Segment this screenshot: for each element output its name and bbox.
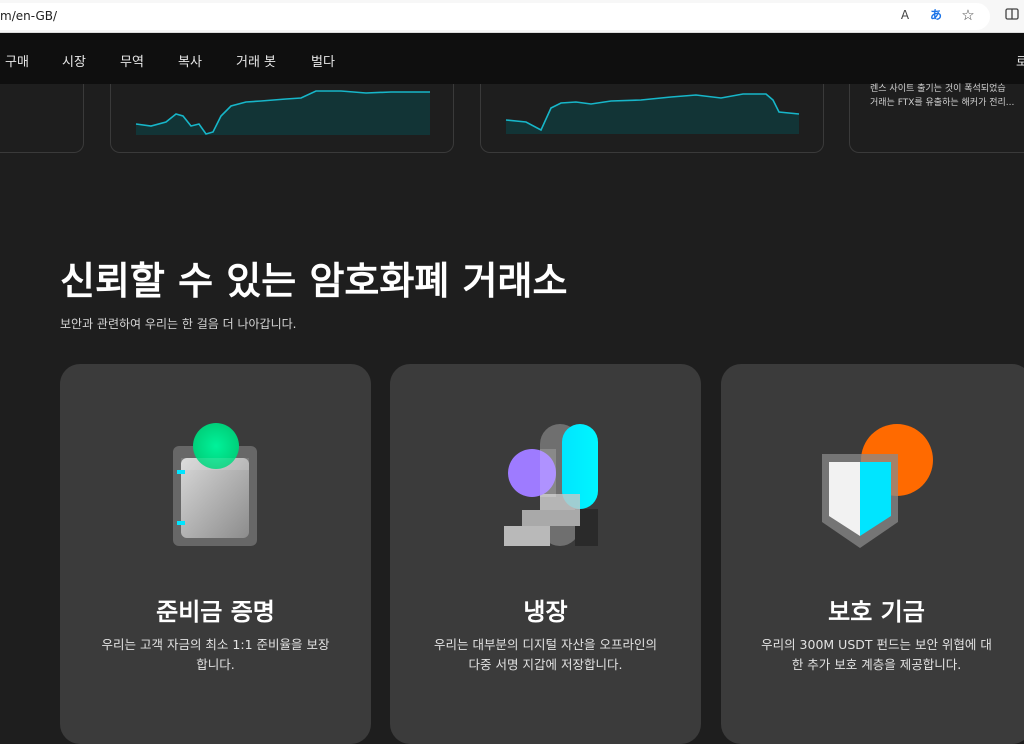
feature-title: 보호 기금	[828, 598, 925, 626]
nav-login-partial[interactable]: 로	[1016, 51, 1024, 70]
nav-item-buy[interactable]: 구매	[5, 51, 29, 70]
feature-description-line: 우리의 300M USDT 펀드는 보안 위협에 대	[761, 637, 992, 652]
feature-card-protection-fund: 보호 기금 우리의 300M USDT 펀드는 보안 위협에 대 한 추가 보호…	[721, 364, 1024, 744]
nav-item-trade[interactable]: 무역	[120, 51, 144, 70]
feature-description-line: 합니다.	[196, 657, 235, 672]
feature-description-line: 우리는 고객 자금의 최소 1:1 준비율을 보장	[101, 637, 330, 652]
page-subtitle: 보안과 관련하여 우리는 한 걸음 더 나아갑니다.	[60, 317, 297, 331]
url-field[interactable]: m/en-GB/	[0, 3, 990, 30]
page-title: 신뢰할 수 있는 암호화폐 거래소	[60, 259, 568, 303]
nav-item-markets[interactable]: 시장	[62, 51, 86, 70]
cold-storage-icon	[504, 424, 598, 546]
browser-address-bar: m/en-GB/ A あ ☆	[0, 0, 1024, 33]
news-card-partial[interactable]: 렌스 사이트 출기는 것이 폭석되었습 거래는 FTX를 유출하는 해커가 전리…	[849, 84, 1024, 153]
feature-card-cold-storage: 냉장 우리는 대부분의 디지털 자산을 오프라인의 다중 서명 지갑에 저장합니…	[390, 364, 701, 744]
feature-description: 우리는 대부분의 디지털 자산을 오프라인의 다중 서명 지갑에 저장합니다.	[420, 635, 671, 675]
feature-description: 우리의 300M USDT 펀드는 보안 위협에 대 한 추가 보호 계층을 제…	[751, 635, 1002, 675]
shield-fund-icon	[822, 424, 933, 548]
read-aloud-icon[interactable]: A	[896, 6, 914, 24]
sparkline-chart-2	[505, 93, 800, 134]
sparkline-chart-1	[135, 90, 430, 135]
favorite-star-icon[interactable]: ☆	[959, 6, 977, 24]
news-text-line: 렌스 사이트 출기는 것이 폭석되었습	[870, 84, 1006, 94]
nav-item-copy[interactable]: 복사	[178, 51, 202, 70]
reserve-wallet-icon	[173, 423, 257, 546]
feature-card-proof-of-reserves: 준비금 증명 우리는 고객 자금의 최소 1:1 준비율을 보장 합니다.	[60, 364, 371, 744]
market-card-2[interactable]	[480, 84, 824, 153]
feature-description-line: 한 추가 보호 계층을 제공합니다.	[791, 657, 962, 672]
feature-title: 냉장	[523, 598, 568, 626]
site-navbar: 구매 시장 무역 복사 거래 봇 벌다 로	[0, 33, 1024, 84]
url-text[interactable]: m/en-GB/	[0, 9, 57, 23]
nav-item-earn[interactable]: 벌다	[311, 51, 335, 70]
market-card-1[interactable]	[110, 84, 454, 153]
feature-description: 우리는 고객 자금의 최소 1:1 준비율을 보장 합니다.	[90, 635, 341, 675]
news-text-line: 거래는 FTX를 유출하는 해커가 전리...	[870, 98, 1015, 108]
reading-view-icon[interactable]	[1003, 7, 1021, 25]
feature-description-line: 다중 서명 지갑에 저장합니다.	[468, 657, 623, 672]
feature-description-line: 우리는 대부분의 디지털 자산을 오프라인의	[434, 637, 657, 652]
feature-title: 준비금 증명	[156, 598, 275, 626]
translate-icon[interactable]: あ	[927, 6, 945, 24]
nav-item-trading-bot[interactable]: 거래 봇	[236, 51, 276, 70]
market-card-partial-left[interactable]	[0, 84, 84, 153]
